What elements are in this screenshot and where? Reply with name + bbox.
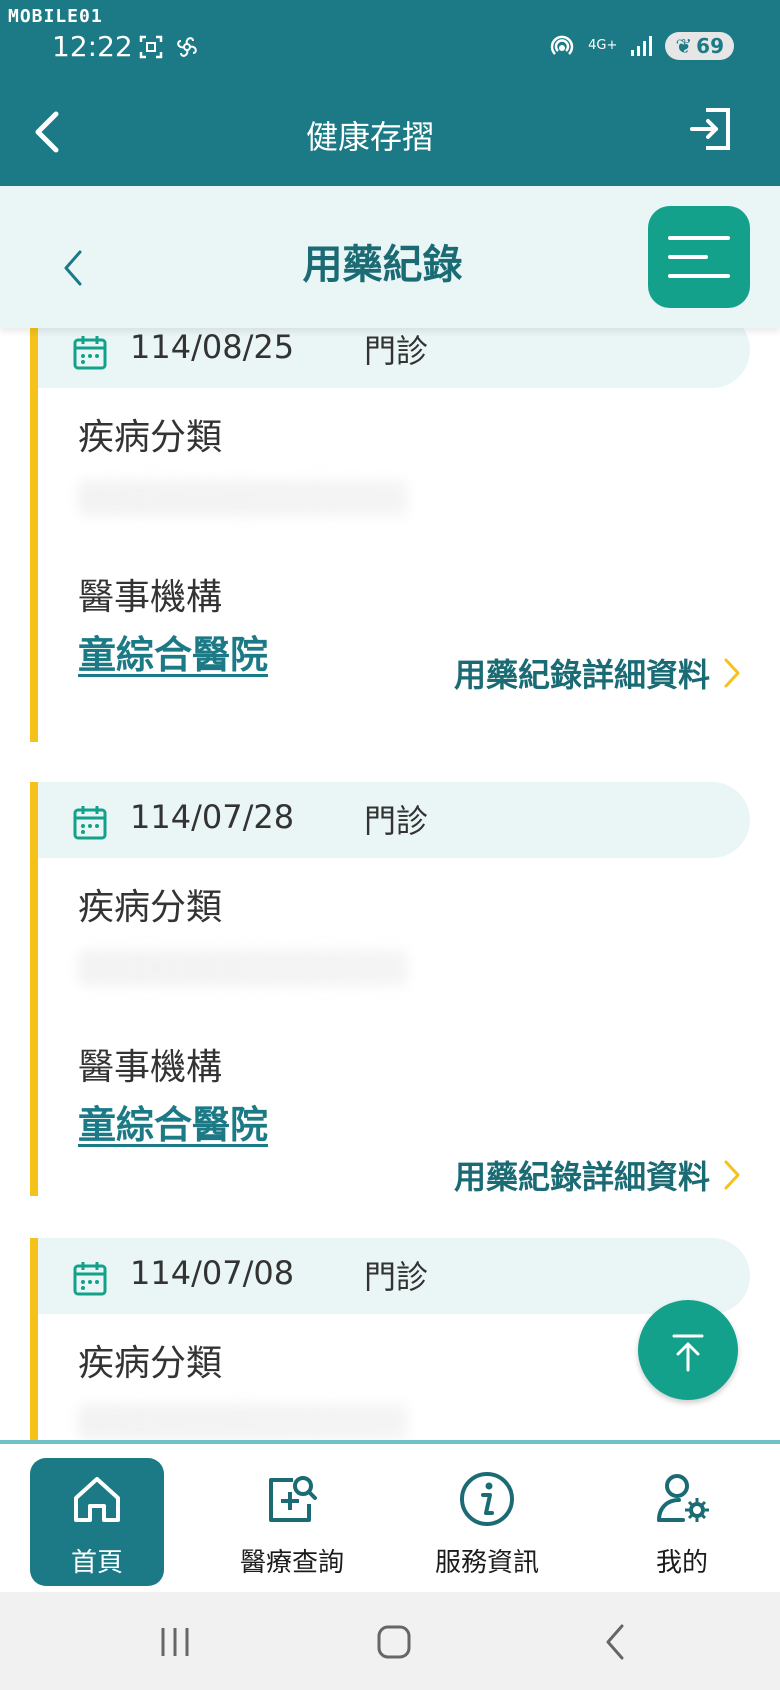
- disease-value-redacted: [78, 480, 408, 516]
- record-body: 疾病分類 醫事機構 童綜合醫院: [38, 878, 750, 1149]
- back-nav-icon[interactable]: [596, 1622, 636, 1662]
- user-settings-icon: [657, 1474, 709, 1522]
- logout-icon: [690, 108, 730, 150]
- detail-link-label: 用藥紀錄詳細資料: [453, 656, 710, 694]
- status-right: 4G+ ❦ 69: [548, 32, 734, 60]
- battery-level: 69: [696, 34, 724, 58]
- nav-label: 服務資訊: [434, 1548, 539, 1578]
- disease-value-redacted: [78, 950, 408, 986]
- app-header: MOBILE01 12:22 4G+ ❦ 69 健康存摺: [0, 0, 780, 186]
- record-date: 114/08/25: [130, 328, 295, 366]
- record-header: 114/07/28 門診: [38, 782, 750, 858]
- calendar-icon: [73, 806, 107, 840]
- record-detail-link[interactable]: 用藥紀錄詳細資料: [454, 1152, 742, 1198]
- detail-link-label: 用藥紀錄詳細資料: [453, 1158, 710, 1196]
- record-visit-type: 門診: [364, 1258, 429, 1296]
- arrow-up-icon: [672, 1334, 704, 1372]
- institution-link[interactable]: 童綜合醫院: [78, 624, 268, 679]
- nav-item-mine[interactable]: 我的: [615, 1458, 749, 1586]
- nav-label: 醫療查詢: [239, 1548, 344, 1578]
- medical-search-icon: [269, 1476, 317, 1522]
- scroll-top-button[interactable]: [638, 1300, 738, 1400]
- status-time: 12:22: [52, 30, 133, 63]
- nav-label: 首頁: [70, 1548, 123, 1578]
- section-header: 用藥紀錄: [0, 186, 780, 328]
- home-icon: [74, 1477, 120, 1522]
- record-body: 疾病分類 醫事機構 童綜合醫院: [38, 408, 750, 679]
- logout-button[interactable]: [688, 106, 734, 152]
- system-nav-bar: [0, 1592, 780, 1690]
- record-visit-type: 門診: [364, 802, 429, 840]
- bottom-nav: 首頁 醫療查詢 服務資訊 我的: [0, 1440, 780, 1592]
- nav-item-service-info[interactable]: 服務資訊: [420, 1458, 554, 1586]
- record-date: 114/07/08: [130, 1254, 295, 1292]
- chevron-right-icon: [724, 658, 740, 688]
- disease-label: 疾病分類: [78, 887, 223, 928]
- nav-item-medical-search[interactable]: 醫療查詢: [225, 1458, 359, 1586]
- calendar-icon: [73, 1262, 107, 1296]
- nav-item-home[interactable]: 首頁: [30, 1458, 164, 1586]
- menu-icon: [668, 236, 730, 278]
- status-icons: [138, 34, 200, 60]
- menu-button[interactable]: [648, 206, 750, 308]
- medication-record: 114/08/25 門診 疾病分類 醫事機構 童綜合醫院 用藥紀錄詳細資料: [30, 312, 750, 742]
- hotspot-icon: [550, 35, 574, 55]
- record-date: 114/07/28: [130, 798, 295, 836]
- screenshot-icon: [139, 35, 163, 59]
- institution-label: 醫事機構: [78, 1047, 223, 1088]
- network-type: 4G+: [588, 38, 618, 53]
- institution-link[interactable]: 童綜合醫院: [78, 1094, 268, 1149]
- info-icon: [460, 1472, 514, 1526]
- disease-value-redacted: [78, 1404, 408, 1440]
- calendar-icon: [73, 336, 107, 370]
- medication-record: 114/07/28 門診 疾病分類 醫事機構 童綜合醫院 用藥紀錄詳細資料: [30, 782, 750, 1196]
- chevron-right-icon: [724, 1160, 740, 1190]
- signal-icon: [631, 36, 653, 56]
- home-button-icon[interactable]: [374, 1622, 414, 1662]
- leaf-icon: ❦: [675, 34, 693, 58]
- fan-icon: [177, 37, 197, 57]
- battery-indicator: ❦ 69: [665, 32, 734, 60]
- app-title: 健康存摺: [305, 118, 434, 156]
- disease-label: 疾病分類: [78, 417, 223, 458]
- record-visit-type: 門診: [364, 332, 429, 370]
- nav-label: 我的: [655, 1548, 708, 1578]
- institution-label: 醫事機構: [78, 577, 223, 618]
- watermark: MOBILE01: [8, 6, 103, 27]
- record-detail-link[interactable]: 用藥紀錄詳細資料: [454, 650, 742, 696]
- recent-apps-icon[interactable]: [155, 1622, 195, 1662]
